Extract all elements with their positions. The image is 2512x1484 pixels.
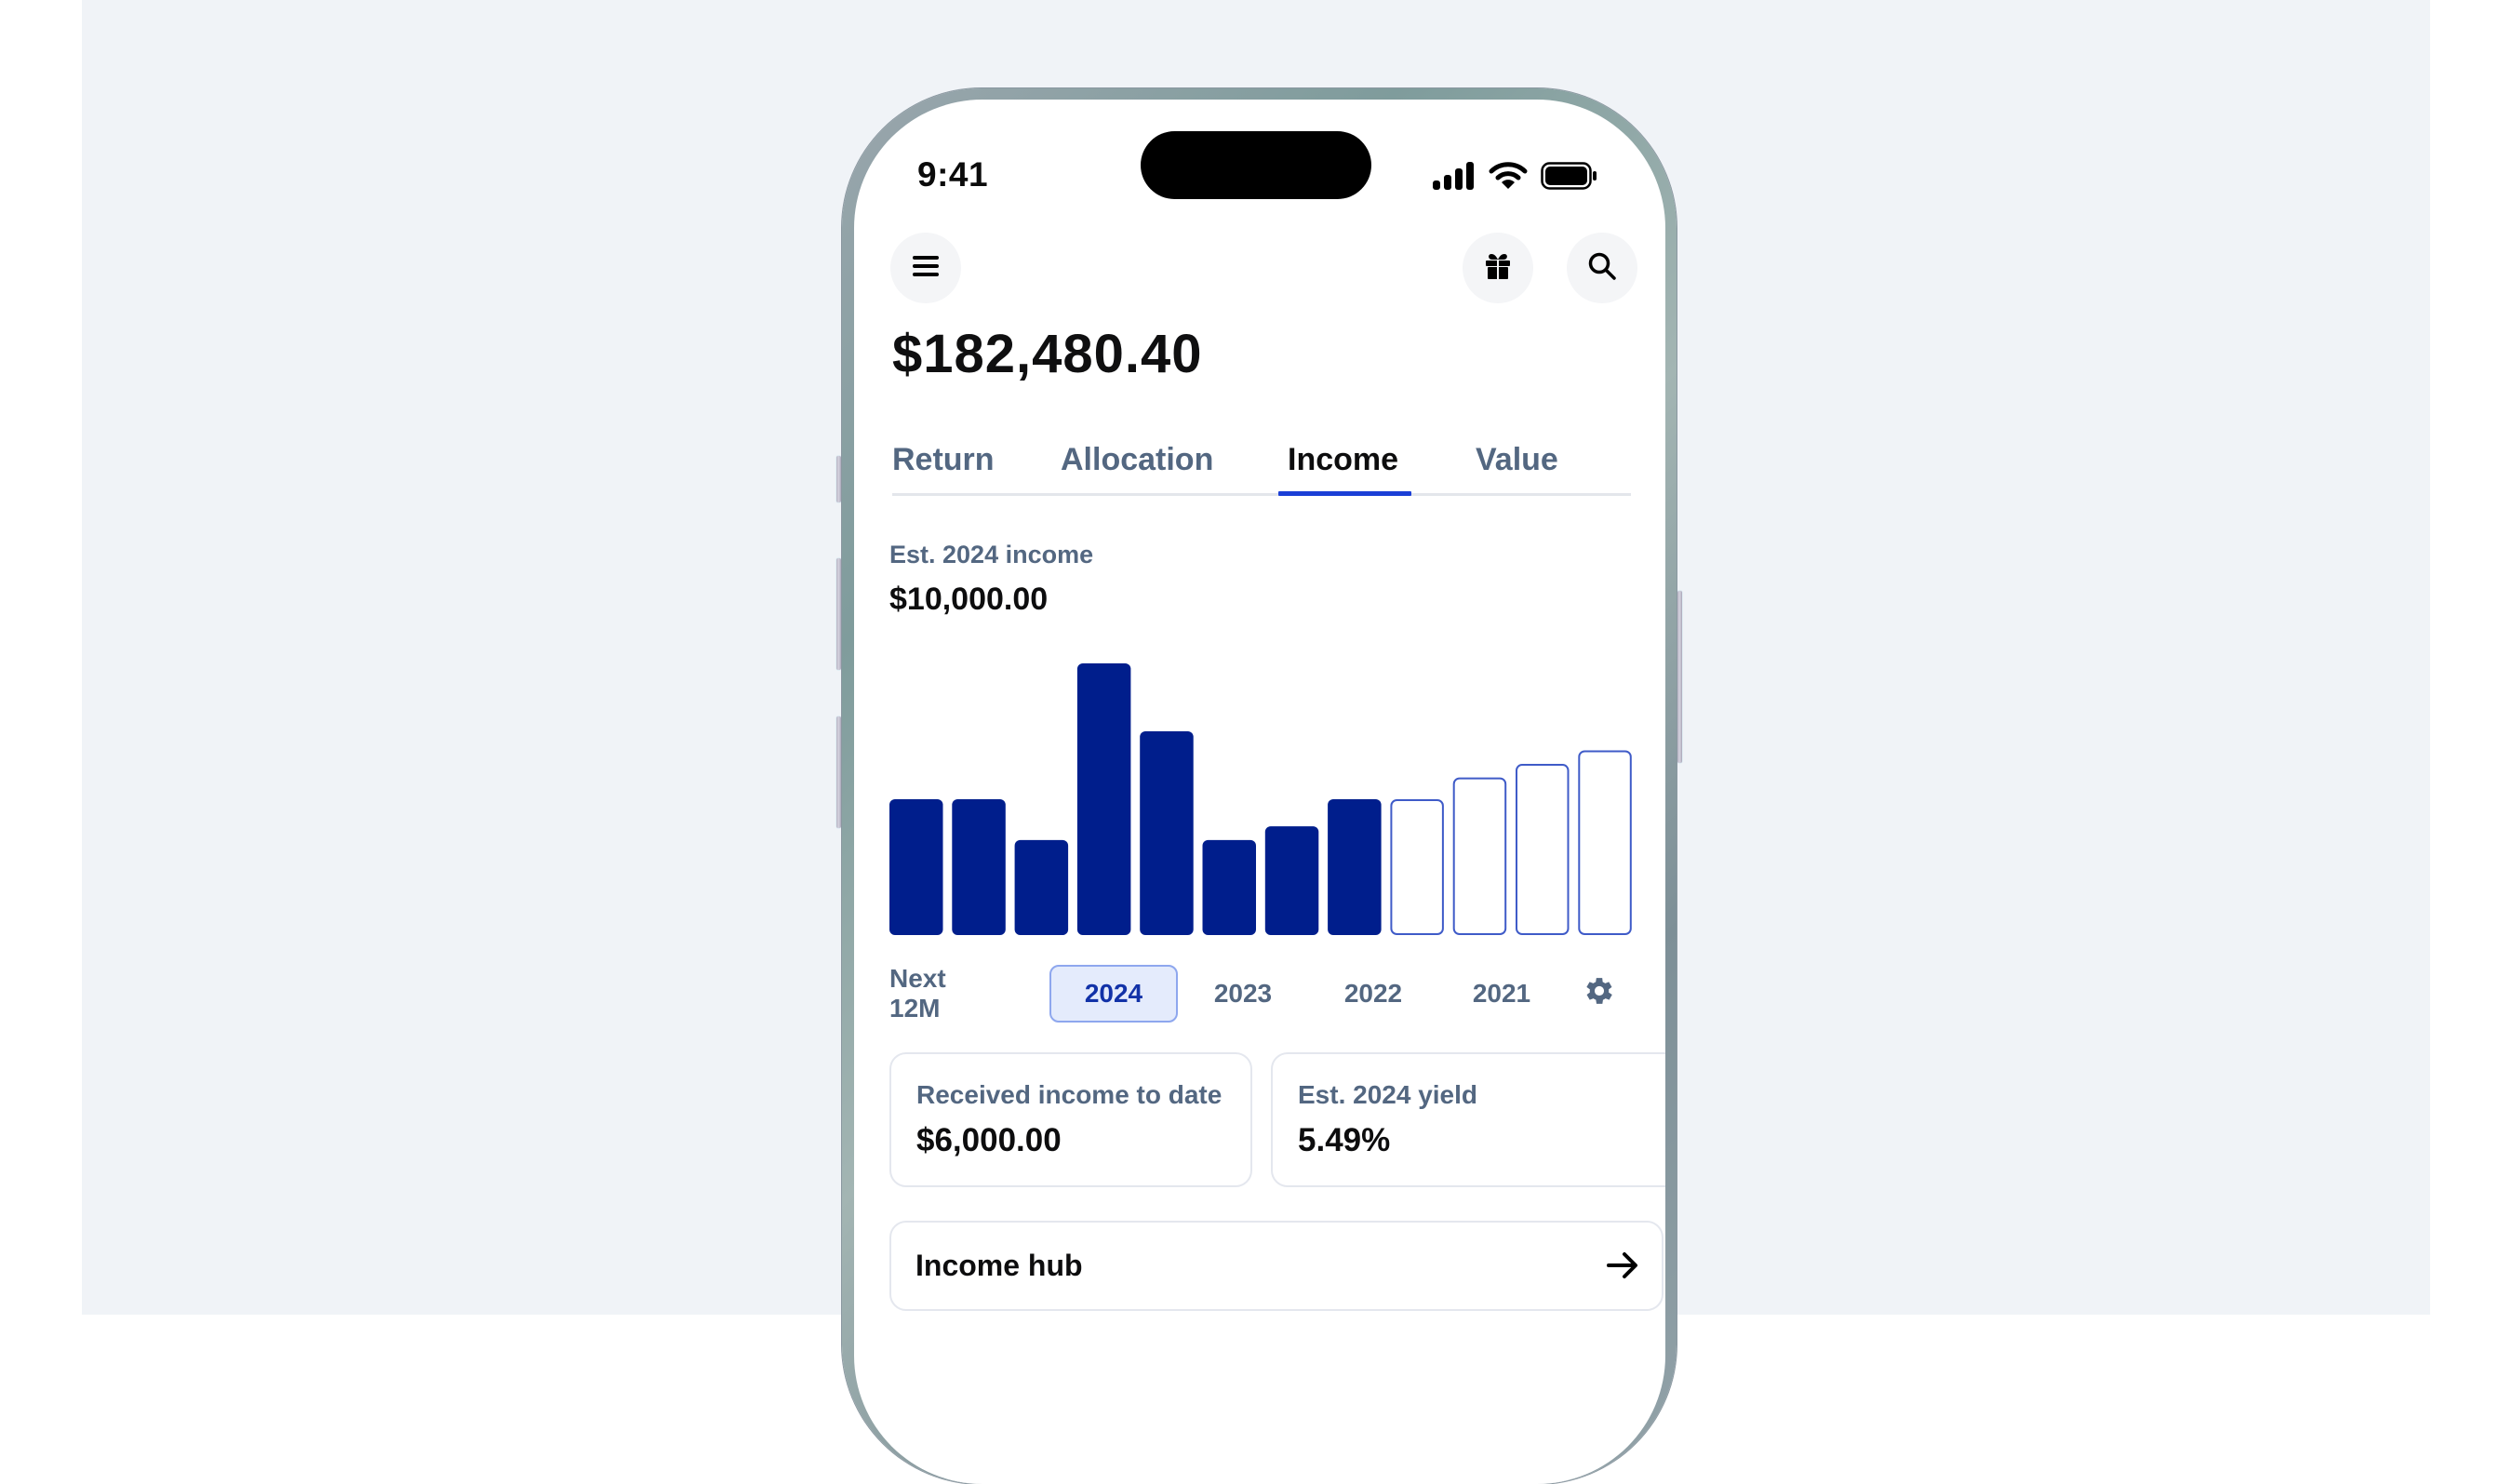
cellular-signal-icon: [1433, 161, 1476, 194]
stat-label: Est. 2024 yield: [1298, 1080, 1478, 1109]
menu-button[interactable]: [890, 233, 961, 303]
status-icons: [1433, 161, 1598, 194]
stat-value: $6,000.00: [916, 1122, 1062, 1158]
received-bar-feb: [952, 799, 1006, 935]
estimated-bar-dec: [1578, 750, 1632, 936]
period-settings-button[interactable]: [1574, 965, 1624, 1023]
income-bar-chart: [889, 663, 1632, 936]
received-bar-mar: [1014, 839, 1069, 935]
gift-button[interactable]: [1463, 233, 1533, 303]
tab-allocation[interactable]: Allocation: [1061, 442, 1213, 478]
tabs-divider: [892, 493, 1631, 496]
power-button: [1677, 591, 1682, 763]
received-bar-may: [1140, 731, 1194, 935]
income-hub-label: Income hub: [915, 1249, 1083, 1282]
search-icon: [1587, 251, 1617, 286]
gift-icon: [1484, 252, 1512, 285]
period-2023[interactable]: 2023: [1178, 965, 1308, 1023]
period-2021[interactable]: 2021: [1436, 965, 1567, 1023]
action-button: [836, 456, 841, 502]
received-bar-jan: [889, 799, 943, 935]
period-next-12m[interactable]: Next 12M: [889, 964, 982, 1023]
stat-card-received-income: Received income to date $6,000.00: [889, 1052, 1252, 1187]
tab-value[interactable]: Value: [1476, 442, 1558, 478]
stat-card-est-yield: Est. 2024 yield 5.49%: [1271, 1052, 1665, 1187]
period-selector: Next 12M 2024 2023 2022 2021: [889, 964, 1634, 1024]
est-income-value: $10,000.00: [889, 582, 1049, 617]
gear-icon: [1582, 973, 1617, 1015]
tab-bar: Return Allocation Income Value: [892, 435, 1631, 496]
estimated-bar-nov: [1516, 764, 1570, 935]
received-bar-jun: [1202, 839, 1256, 935]
search-button[interactable]: [1567, 233, 1637, 303]
received-bar-jul: [1264, 826, 1319, 935]
received-bar-aug: [1328, 799, 1382, 935]
period-2024[interactable]: 2024: [1049, 965, 1178, 1023]
active-tab-indicator: [1278, 491, 1411, 496]
estimated-bar-sep: [1390, 799, 1444, 935]
income-hub-link[interactable]: Income hub: [889, 1221, 1664, 1311]
phone-frame: 9:41 $182,480.40 Return Allocation Incom…: [842, 88, 1677, 1484]
phone-screen: 9:41 $182,480.40 Return Allocation Incom…: [854, 100, 1665, 1484]
stat-value: 5.49%: [1298, 1122, 1391, 1158]
portfolio-balance: $182,480.40: [892, 324, 1203, 384]
tab-return[interactable]: Return: [892, 442, 995, 478]
status-time: 9:41: [917, 155, 989, 194]
volume-up-button: [836, 558, 841, 670]
estimated-bar-oct: [1452, 777, 1507, 935]
period-2022[interactable]: 2022: [1308, 965, 1438, 1023]
received-bar-apr: [1076, 663, 1131, 935]
est-income-label: Est. 2024 income: [889, 541, 1094, 568]
hamburger-menu-icon: [912, 255, 940, 282]
stat-label: Received income to date: [916, 1080, 1223, 1109]
battery-icon: [1541, 161, 1598, 194]
wifi-icon: [1489, 161, 1528, 194]
dynamic-island: [1141, 131, 1371, 199]
volume-down-button: [836, 716, 841, 828]
tab-income[interactable]: Income: [1288, 442, 1398, 478]
arrow-right-icon: [1606, 1249, 1639, 1287]
